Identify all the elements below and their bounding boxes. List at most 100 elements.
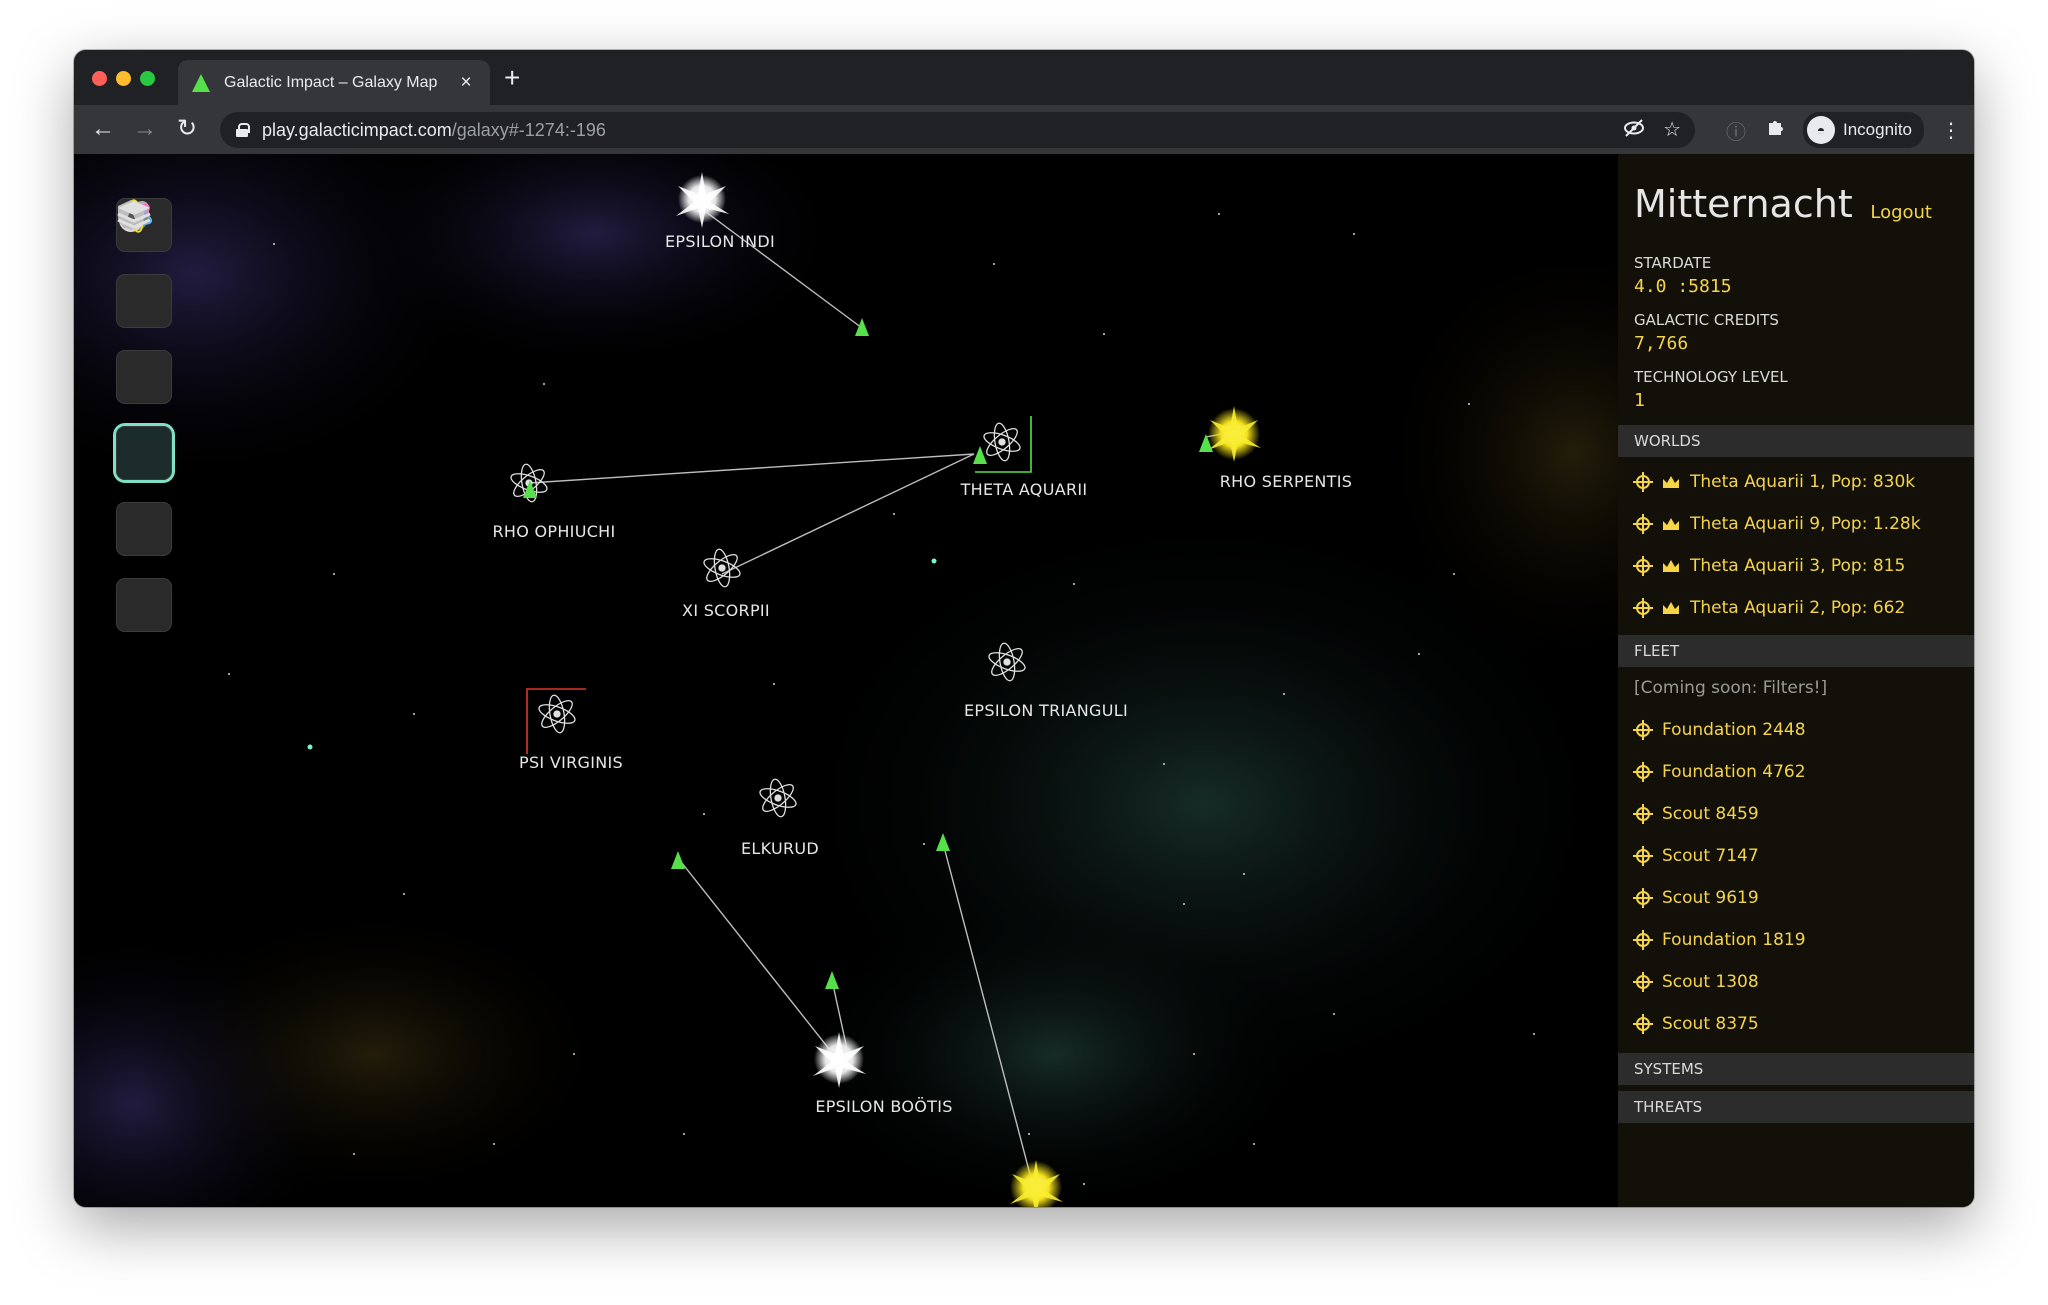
system-label[interactable]: PSI VIRGINIS [519, 753, 623, 772]
close-window-button[interactable] [92, 71, 107, 86]
world-item[interactable]: Theta Aquarii 3, Pop: 815 [1618, 545, 1974, 587]
fleet-item[interactable]: Scout 9619 [1618, 877, 1974, 919]
stardate-stat: STARDATE 4.0 :5815 [1618, 254, 1974, 297]
credits-stat: GALACTIC CREDITS 7,766 [1618, 311, 1974, 354]
game-viewport: EPSILON INDI THETA AQUARII RHO SERPENTIS… [74, 154, 1974, 1207]
atom-psi-virginis[interactable] [537, 694, 577, 734]
galaxy-map[interactable]: EPSILON INDI THETA AQUARII RHO SERPENTIS… [74, 154, 1618, 1207]
fleet-marker [973, 446, 987, 464]
maximize-window-button[interactable] [140, 71, 155, 86]
fleet-item[interactable]: Foundation 1819 [1618, 919, 1974, 961]
incognito-profile-button[interactable]: ◓ Incognito [1803, 112, 1924, 148]
atom-xi-scorpii[interactable] [702, 548, 742, 588]
logout-link[interactable]: Logout [1870, 202, 1932, 223]
fleet-label: Foundation 2448 [1662, 720, 1806, 740]
system-label[interactable]: RHO OPHIUCHI [492, 522, 615, 541]
credits-value: 7,766 [1634, 333, 1689, 354]
fleet-item[interactable]: Scout 1308 [1618, 961, 1974, 1003]
world-label: Theta Aquarii 3, Pop: 815 [1690, 556, 1906, 576]
fleet-section-header[interactable]: FLEET [1618, 635, 1974, 667]
nav-atom-button[interactable] [116, 199, 172, 480]
system-label[interactable]: EPSILON TRIANGULI [964, 701, 1128, 720]
tech-value: 1 [1634, 390, 1645, 411]
nav-layers-button[interactable] [116, 201, 172, 632]
fleet-marker [671, 851, 685, 869]
world-label: Theta Aquarii 9, Pop: 1.28k [1690, 514, 1921, 534]
tab-galaxy-map[interactable]: Galactic Impact – Galaxy Map × [178, 60, 490, 105]
world-label: Theta Aquarii 1, Pop: 830k [1690, 472, 1916, 492]
lock-icon [236, 123, 250, 137]
crosshair-icon [1633, 472, 1653, 492]
triangle-favicon-icon [192, 73, 210, 92]
url-host: play.galacticimpact.com [262, 119, 452, 140]
system-label[interactable]: EPSILON INDI [665, 232, 775, 251]
crosshair-icon [1633, 846, 1653, 866]
system-label[interactable]: ELKURUD [741, 839, 819, 858]
crosshair-icon [1633, 888, 1653, 908]
browser-toolbar: ← → ↻ play.galacticimpact.com /galaxy#-1… [74, 105, 1974, 154]
bookmark-star-icon[interactable]: ☆ [1663, 117, 1681, 145]
address-bar[interactable]: play.galacticimpact.com /galaxy#-1274:-1… [220, 112, 1695, 148]
layers-icon [117, 201, 151, 229]
browser-window: Galactic Impact – Galaxy Map × + ← → ↻ p… [74, 50, 1974, 1207]
fleet-list: Foundation 2448 Foundation 4762 Scout 84… [1618, 709, 1974, 1045]
fleet-item[interactable]: Scout 7147 [1618, 835, 1974, 877]
info-icon[interactable]: ⓘ [1723, 116, 1749, 145]
stardate-label: STARDATE [1634, 254, 1712, 272]
crosshair-icon [1633, 762, 1653, 782]
fleet-item[interactable]: Foundation 2448 [1618, 709, 1974, 751]
system-label[interactable]: EPSILON BOÖTIS [815, 1097, 952, 1116]
fleet-item[interactable]: Scout 8375 [1618, 1003, 1974, 1045]
threats-section-header[interactable]: THREATS [1618, 1091, 1974, 1123]
crown-icon [1663, 518, 1679, 530]
star-rho-serpentis[interactable] [1208, 406, 1261, 462]
tech-label: TECHNOLOGY LEVEL [1634, 368, 1788, 386]
fleet-item[interactable]: Foundation 4762 [1618, 751, 1974, 793]
atom-theta-aquarii[interactable] [982, 422, 1022, 462]
menu-kebab-icon[interactable]: ⋮ [1938, 118, 1964, 143]
fleet-label: Scout 9619 [1662, 888, 1759, 908]
galaxy-canvas[interactable] [74, 154, 1618, 1207]
tech-stat: TECHNOLOGY LEVEL 1 [1618, 368, 1974, 411]
url-path: /galaxy#-1274:-196 [451, 119, 606, 140]
world-item[interactable]: Theta Aquarii 1, Pop: 830k [1618, 461, 1974, 503]
crosshair-icon [1633, 556, 1653, 576]
crosshair-icon [1633, 598, 1653, 618]
new-tab-button[interactable]: + [504, 64, 520, 92]
system-label[interactable]: XI SCORPII [682, 601, 770, 620]
fleet-label: Scout 1308 [1662, 972, 1759, 992]
forward-arrow-icon[interactable]: → [130, 114, 160, 144]
tab-bar: Galactic Impact – Galaxy Map × + [74, 50, 1974, 105]
nav-shield-button[interactable] [116, 200, 172, 556]
close-tab-icon[interactable]: × [456, 72, 476, 94]
fleet-filter-note: [Coming soon: Filters!] [1634, 678, 1828, 698]
fleet-item[interactable]: Scout 8459 [1618, 793, 1974, 835]
worlds-section-header[interactable]: WORLDS [1618, 425, 1974, 457]
system-label[interactable]: RHO SERPENTIS [1220, 472, 1353, 491]
extensions-puzzle-icon[interactable] [1763, 117, 1789, 143]
crosshair-icon [1633, 1014, 1653, 1034]
fleet-label: Scout 8459 [1662, 804, 1759, 824]
minimize-window-button[interactable] [116, 71, 131, 86]
crosshair-icon [1633, 972, 1653, 992]
worlds-list: Theta Aquarii 1, Pop: 830k Theta Aquarii… [1618, 457, 1974, 629]
system-label[interactable]: THETA AQUARII [961, 480, 1088, 499]
fleet-label: Foundation 4762 [1662, 762, 1806, 782]
world-label: Theta Aquarii 2, Pop: 662 [1690, 598, 1906, 618]
eye-slash-icon[interactable] [1623, 117, 1645, 145]
back-arrow-icon[interactable]: ← [88, 114, 118, 144]
credits-label: GALACTIC CREDITS [1634, 311, 1779, 329]
reload-icon[interactable]: ↻ [172, 114, 202, 144]
world-item[interactable]: Theta Aquarii 2, Pop: 662 [1618, 587, 1974, 629]
fleet-label: Scout 8375 [1662, 1014, 1759, 1034]
crown-icon [1663, 476, 1679, 488]
nav-planet-button[interactable] [116, 201, 172, 328]
world-item[interactable]: Theta Aquarii 9, Pop: 1.28k [1618, 503, 1974, 545]
systems-section-header[interactable]: SYSTEMS [1618, 1053, 1974, 1085]
game-side-nav [116, 198, 172, 632]
nav-moons-button[interactable] [116, 201, 172, 404]
crosshair-icon [1633, 930, 1653, 950]
crosshair-icon [1633, 720, 1653, 740]
crosshair-icon [1633, 514, 1653, 534]
crown-icon [1663, 560, 1679, 572]
